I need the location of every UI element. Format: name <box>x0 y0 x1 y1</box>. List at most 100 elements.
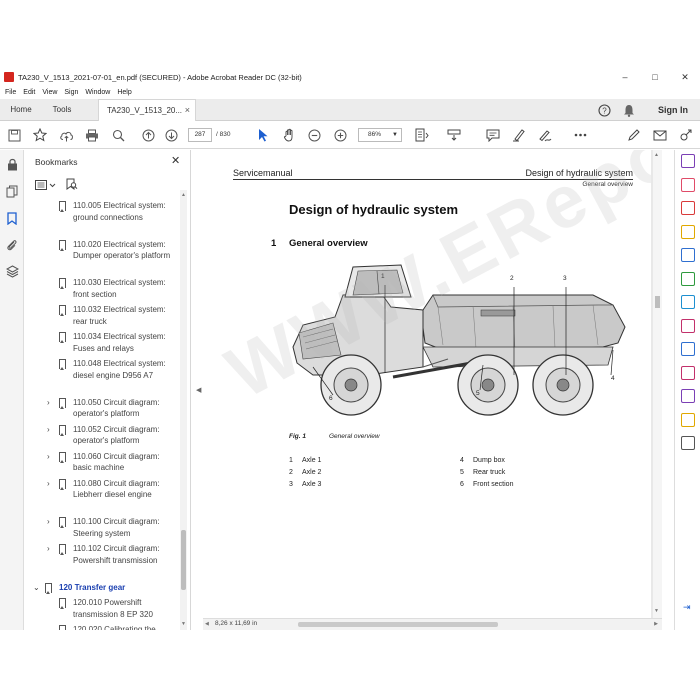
star-icon[interactable] <box>32 127 48 143</box>
document-scroll-thumb[interactable] <box>655 296 660 308</box>
scroll-up-icon[interactable]: ▲ <box>181 192 186 198</box>
bookmark-item[interactable]: › 110.102 Circuit diagram: Powershift tra… <box>25 543 181 582</box>
zoom-level-select[interactable]: 86% ▼ <box>358 128 402 142</box>
chevron-right-icon[interactable]: › <box>47 544 55 553</box>
bookmarks-scroll-thumb[interactable] <box>181 530 186 590</box>
bookmark-label: 120.020 Calibrating the shifter elements… <box>73 625 156 630</box>
menu-window[interactable]: Window <box>85 89 110 96</box>
menu-view[interactable]: View <box>42 89 57 96</box>
bookmark-panel-icon[interactable] <box>4 210 20 226</box>
sign-pen-icon[interactable] <box>537 127 553 143</box>
more-tools-icon[interactable] <box>572 127 588 143</box>
bookmark-item[interactable]: › 110.050 Circuit diagram: operator's pla… <box>25 397 181 424</box>
bookmark-item[interactable]: 110.032 Electrical system: rear truck <box>25 304 181 331</box>
bookmark-item[interactable]: › 110.052 Circuit diagram: operator's pla… <box>25 424 181 451</box>
scroll-down-icon[interactable]: ▼ <box>654 608 659 614</box>
request-signature-icon[interactable] <box>681 389 695 403</box>
save-icon[interactable] <box>6 127 22 143</box>
bookmark-item[interactable]: 110.030 Electrical system: front section <box>25 277 181 304</box>
more-tools-icon[interactable] <box>681 436 695 450</box>
send-review-icon[interactable] <box>681 412 695 427</box>
bookmark-item[interactable]: 110.034 Electrical system: Fuses and rel… <box>25 331 181 358</box>
tab-home[interactable]: Home <box>0 99 42 121</box>
scroll-mode-icon[interactable] <box>446 127 462 143</box>
close-panel-icon[interactable]: ✕ <box>171 154 180 167</box>
next-page-icon[interactable] <box>163 127 179 143</box>
sign-in-button[interactable]: Sign In <box>658 99 688 121</box>
chevron-right-icon[interactable]: › <box>47 425 55 434</box>
bookmark-item[interactable]: › 110.060 Circuit diagram: basic machine <box>25 451 181 478</box>
print-icon[interactable] <box>84 127 100 143</box>
cloud-upload-icon[interactable] <box>58 127 74 143</box>
scroll-left-icon[interactable]: ◀ <box>205 621 209 627</box>
callout-1: 1 <box>381 273 385 280</box>
chevron-down-icon[interactable]: ⌄ <box>33 583 41 592</box>
page-number-input[interactable]: 287 <box>188 128 212 142</box>
bookmark-icon <box>59 424 66 436</box>
scroll-right-icon[interactable]: ▶ <box>654 621 658 627</box>
lock-icon[interactable] <box>4 156 20 172</box>
document-scrollbar[interactable] <box>653 150 662 618</box>
chevron-right-icon[interactable]: › <box>47 517 55 526</box>
fit-page-icon[interactable] <box>414 127 430 143</box>
scan-icon[interactable] <box>681 318 695 333</box>
highlight-pen-icon[interactable] <box>511 127 527 143</box>
menu-help[interactable]: Help <box>117 89 131 96</box>
comment-tool-icon[interactable] <box>681 248 695 262</box>
share-link-icon[interactable] <box>678 127 694 143</box>
tab-document[interactable]: TA230_V_1513_20... × <box>98 99 196 121</box>
create-pdf-icon[interactable] <box>681 224 695 239</box>
organize-pages-icon[interactable] <box>681 295 695 309</box>
protect-icon[interactable] <box>681 365 695 380</box>
hand-tool-icon[interactable] <box>281 127 297 143</box>
horizontal-scroll-thumb[interactable] <box>298 622 498 627</box>
comment-icon[interactable] <box>485 127 501 143</box>
scroll-up-icon[interactable]: ▲ <box>654 152 659 158</box>
minimize-button[interactable]: – <box>610 68 640 86</box>
bookmark-icon <box>59 239 66 251</box>
page-thumbnails-icon[interactable] <box>4 183 20 199</box>
bookmark-options-icon[interactable] <box>35 180 57 190</box>
bookmark-item[interactable]: 110.020 Electrical system: Dumper operat… <box>25 239 181 278</box>
zoom-out-icon[interactable] <box>306 127 322 143</box>
collapse-panel-icon[interactable]: ◀ <box>196 386 201 394</box>
bookmark-item[interactable]: › 110.080 Circuit diagram: Liebherr diese… <box>25 478 181 517</box>
tab-tools[interactable]: Tools <box>42 99 82 121</box>
bookmark-item[interactable]: 110.005 Electrical system: ground connec… <box>25 200 181 239</box>
menu-file[interactable]: File <box>5 89 16 96</box>
collapse-tools-icon[interactable]: ⇥ <box>683 602 691 613</box>
fill-sign-icon[interactable] <box>681 342 695 356</box>
header-left: Servicemanual <box>233 168 293 178</box>
bell-icon[interactable] <box>622 103 636 117</box>
search-tool-icon[interactable] <box>681 154 695 168</box>
attachment-icon[interactable] <box>4 237 20 253</box>
callout-6: 6 <box>329 395 333 402</box>
chevron-right-icon[interactable]: › <box>47 398 55 407</box>
export-pdf-icon[interactable] <box>681 177 695 192</box>
bookmark-item[interactable]: 120.020 Calibrating the shifter elements… <box>25 624 181 630</box>
close-tab-icon[interactable]: × <box>185 100 190 121</box>
combine-files-icon[interactable] <box>681 271 695 286</box>
maximize-button[interactable]: □ <box>640 68 670 86</box>
previous-page-icon[interactable] <box>140 127 156 143</box>
zoom-in-icon[interactable] <box>332 127 348 143</box>
bookmark-item[interactable]: › 110.100 Circuit diagram: Steering syste… <box>25 516 181 543</box>
mail-icon[interactable] <box>652 127 668 143</box>
close-window-button[interactable]: ✕ <box>670 68 700 86</box>
menu-sign[interactable]: Sign <box>64 89 78 96</box>
bookmark-item[interactable]: ⌄ 120 Transfer gear <box>25 582 181 598</box>
edit-pen-icon[interactable] <box>626 127 642 143</box>
scroll-down-icon[interactable]: ▼ <box>181 621 186 627</box>
layers-icon[interactable] <box>4 263 20 279</box>
chevron-right-icon[interactable]: › <box>47 479 55 488</box>
bookmark-item[interactable]: 110.048 Electrical system: diesel engine… <box>25 358 181 397</box>
select-cursor-icon[interactable] <box>255 127 271 143</box>
bookmark-item[interactable]: 120.010 Powershift transmission 8 EP 320 <box>25 597 181 624</box>
help-icon[interactable]: ? <box>597 103 611 117</box>
chevron-right-icon[interactable]: › <box>47 452 55 461</box>
zoom-search-icon[interactable] <box>110 127 126 143</box>
dump-truck-drawing <box>292 264 626 416</box>
menu-edit[interactable]: Edit <box>23 89 35 96</box>
edit-pdf-icon[interactable] <box>681 201 695 215</box>
find-bookmark-icon[interactable] <box>66 178 78 191</box>
